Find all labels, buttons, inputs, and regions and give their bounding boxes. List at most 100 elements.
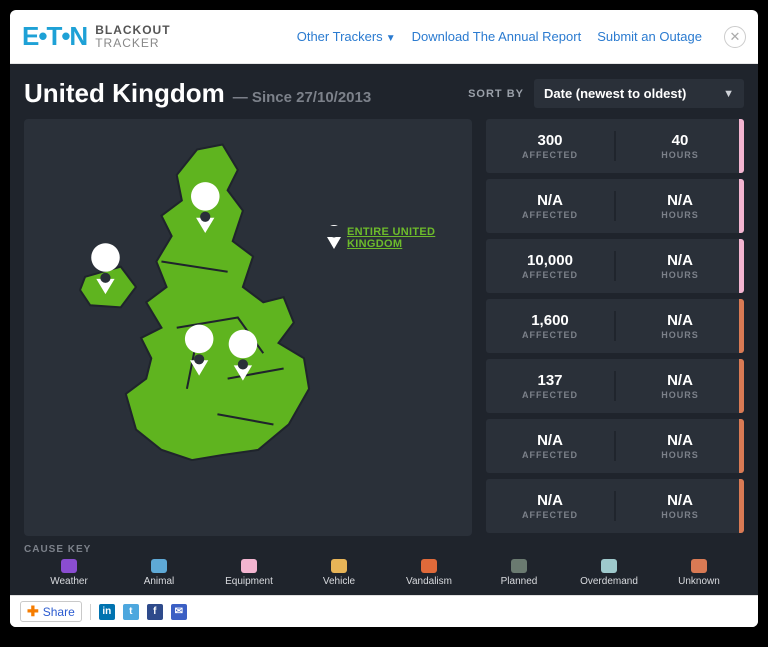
affected-label: AFFECTED bbox=[486, 270, 614, 280]
legend-title: CAUSE KEY bbox=[24, 544, 744, 555]
other-trackers-link[interactable]: Other Trackers▼ bbox=[297, 29, 396, 44]
hours-label: HOURS bbox=[616, 510, 744, 520]
legend-label: Unknown bbox=[678, 576, 720, 587]
content-row: ENTIRE UNITED KINGDOM 300AFFECTED40HOURS… bbox=[24, 119, 744, 536]
legend-label: Animal bbox=[144, 576, 175, 587]
legend-label: Vehicle bbox=[323, 576, 355, 587]
brand-line2: TRACKER bbox=[95, 37, 170, 50]
affected-label: AFFECTED bbox=[486, 330, 614, 340]
affected-label: AFFECTED bbox=[486, 150, 614, 160]
legend-label: Overdemand bbox=[580, 576, 638, 587]
affected-col: 10,000AFFECTED bbox=[486, 252, 614, 280]
entire-uk-label: ENTIRE UNITED KINGDOM bbox=[347, 226, 472, 250]
affected-col: 137AFFECTED bbox=[486, 372, 614, 400]
sort-by-label: SORT BY bbox=[468, 88, 524, 100]
legend-swatch bbox=[691, 559, 707, 573]
hours-col: N/AHOURS bbox=[616, 372, 744, 400]
since-label: — Since 27/10/2013 bbox=[233, 89, 371, 106]
legend-label: Weather bbox=[50, 576, 88, 587]
cause-legend: CAUSE KEY Weather Animal Equipment Vehicle V… bbox=[24, 544, 744, 587]
cause-bar bbox=[739, 239, 744, 293]
affected-value: N/A bbox=[486, 192, 614, 209]
email-icon[interactable]: ✉ bbox=[171, 604, 187, 620]
close-icon: ✕ bbox=[730, 29, 741, 45]
share-button[interactable]: ✚ Share bbox=[20, 601, 82, 622]
legend-label: Planned bbox=[501, 576, 538, 587]
affected-label: AFFECTED bbox=[486, 510, 614, 520]
linkedin-icon[interactable]: in bbox=[99, 604, 115, 620]
hours-value: N/A bbox=[616, 312, 744, 329]
affected-col: N/AAFFECTED bbox=[486, 192, 614, 220]
twitter-icon[interactable]: t bbox=[123, 604, 139, 620]
page-title: United Kingdom bbox=[24, 78, 225, 109]
outage-card[interactable]: 1,600AFFECTEDN/AHOURS bbox=[486, 299, 744, 353]
app-frame: E•T•N BLACKOUT TRACKER Other Trackers▼ D… bbox=[10, 10, 758, 627]
download-report-link[interactable]: Download The Annual Report bbox=[412, 29, 582, 44]
outage-card[interactable]: N/AAFFECTEDN/AHOURS bbox=[486, 419, 744, 473]
hours-col: 40HOURS bbox=[616, 132, 744, 160]
hours-label: HOURS bbox=[616, 270, 744, 280]
hours-col: N/AHOURS bbox=[616, 192, 744, 220]
legend-swatch bbox=[601, 559, 617, 573]
hours-value: N/A bbox=[616, 252, 744, 269]
legend-item: Weather bbox=[24, 559, 114, 587]
hours-label: HOURS bbox=[616, 330, 744, 340]
affected-value: N/A bbox=[486, 432, 614, 449]
legend-row: Weather Animal Equipment Vehicle Vandalism Pl… bbox=[24, 559, 744, 587]
legend-swatch bbox=[421, 559, 437, 573]
close-button[interactable]: ✕ bbox=[724, 26, 746, 48]
outage-card[interactable]: 137AFFECTEDN/AHOURS bbox=[486, 359, 744, 413]
sort-value: Date (newest to oldest) bbox=[544, 86, 686, 101]
hours-value: N/A bbox=[616, 492, 744, 509]
legend-item: Vehicle bbox=[294, 559, 384, 587]
submit-outage-link[interactable]: Submit an Outage bbox=[597, 29, 702, 44]
legend-item: Animal bbox=[114, 559, 204, 587]
outage-card[interactable]: N/AAFFECTEDN/AHOURS bbox=[486, 479, 744, 533]
hours-label: HOURS bbox=[616, 150, 744, 160]
entire-uk-link[interactable]: ENTIRE UNITED KINGDOM bbox=[324, 225, 472, 251]
affected-label: AFFECTED bbox=[486, 450, 614, 460]
header-row: United Kingdom — Since 27/10/2013 SORT B… bbox=[24, 78, 744, 109]
cause-bar bbox=[739, 359, 744, 413]
hours-label: HOURS bbox=[616, 390, 744, 400]
legend-item: Vandalism bbox=[384, 559, 474, 587]
uk-map bbox=[24, 119, 472, 496]
hours-col: N/AHOURS bbox=[616, 432, 744, 460]
hours-label: HOURS bbox=[616, 450, 744, 460]
hours-col: N/AHOURS bbox=[616, 252, 744, 280]
affected-label: AFFECTED bbox=[486, 210, 614, 220]
brand-line1: BLACKOUT bbox=[95, 24, 170, 37]
affected-col: N/AAFFECTED bbox=[486, 492, 614, 520]
outage-card[interactable]: N/AAFFECTEDN/AHOURS bbox=[486, 179, 744, 233]
legend-swatch bbox=[241, 559, 257, 573]
hours-value: N/A bbox=[616, 192, 744, 209]
plus-icon: ✚ bbox=[27, 603, 39, 620]
legend-label: Equipment bbox=[225, 576, 273, 587]
legend-swatch bbox=[511, 559, 527, 573]
affected-value: 300 bbox=[486, 132, 614, 149]
hours-label: HOURS bbox=[616, 210, 744, 220]
top-links: Other Trackers▼ Download The Annual Repo… bbox=[297, 26, 746, 48]
map-panel: ENTIRE UNITED KINGDOM bbox=[24, 119, 472, 536]
divider bbox=[90, 604, 91, 620]
affected-label: AFFECTED bbox=[486, 390, 614, 400]
map-marker-icon bbox=[324, 225, 341, 251]
hours-value: N/A bbox=[616, 432, 744, 449]
hours-value: 40 bbox=[616, 132, 744, 149]
cause-bar bbox=[739, 419, 744, 473]
cause-bar bbox=[739, 299, 744, 353]
hours-col: N/AHOURS bbox=[616, 312, 744, 340]
affected-value: 1,600 bbox=[486, 312, 614, 329]
main-panel: United Kingdom — Since 27/10/2013 SORT B… bbox=[10, 64, 758, 595]
legend-swatch bbox=[151, 559, 167, 573]
share-bar: ✚ Share in t f ✉ bbox=[10, 595, 758, 627]
cause-bar bbox=[739, 479, 744, 533]
facebook-icon[interactable]: f bbox=[147, 604, 163, 620]
outage-card[interactable]: 10,000AFFECTEDN/AHOURS bbox=[486, 239, 744, 293]
legend-item: Equipment bbox=[204, 559, 294, 587]
outage-card[interactable]: 300AFFECTED40HOURS bbox=[486, 119, 744, 173]
legend-label: Vandalism bbox=[406, 576, 452, 587]
sort-dropdown[interactable]: Date (newest to oldest) ▼ bbox=[534, 79, 744, 108]
cause-bar bbox=[739, 119, 744, 173]
top-bar: E•T•N BLACKOUT TRACKER Other Trackers▼ D… bbox=[10, 10, 758, 64]
